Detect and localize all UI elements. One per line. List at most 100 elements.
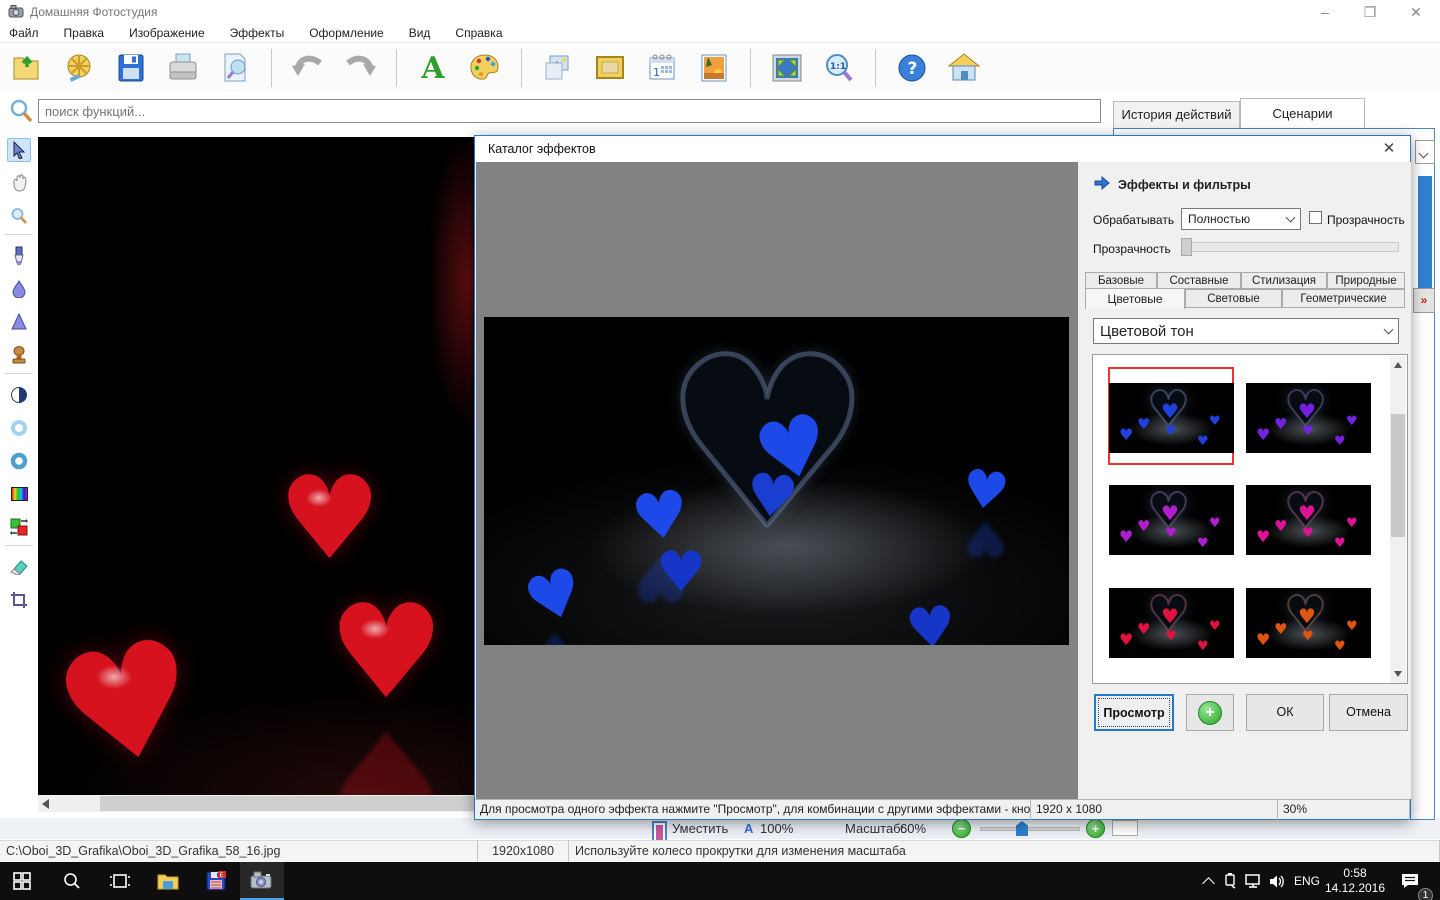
language-indicator[interactable]: ENG	[1290, 862, 1324, 900]
print-preview-icon[interactable]	[216, 49, 254, 87]
palette-icon[interactable]	[466, 49, 504, 87]
print-icon[interactable]	[164, 49, 202, 87]
notification-icon[interactable]: 1	[1392, 862, 1428, 900]
effect-select[interactable]: Цветовой тон	[1093, 318, 1399, 344]
dialog-close-icon[interactable]: ✕	[1378, 139, 1400, 159]
select-tool-icon[interactable]	[7, 138, 31, 162]
eraser-tool-icon[interactable]	[7, 555, 31, 579]
undo-icon[interactable]	[289, 49, 327, 87]
stamp-tool-icon[interactable]	[7, 343, 31, 367]
add-effect-button[interactable]: +	[1186, 694, 1234, 731]
scroll-up-icon[interactable]	[1394, 362, 1402, 368]
transparency-slider-thumb[interactable]	[1181, 238, 1192, 256]
clock-time: 0:58	[1343, 866, 1366, 880]
tab-base[interactable]: Базовые	[1085, 272, 1157, 289]
speaker-icon[interactable]	[1264, 862, 1290, 900]
tab-compound[interactable]: Составные	[1157, 272, 1241, 289]
zoom-slider-thumb[interactable]	[1016, 821, 1028, 836]
zoom-out-button[interactable]: −	[952, 819, 971, 838]
effect-thumbnail[interactable]	[1109, 383, 1234, 453]
transparency-checkbox[interactable]	[1309, 211, 1322, 224]
tab-nature[interactable]: Природные	[1327, 272, 1405, 289]
blue-heart	[743, 464, 801, 527]
svg-text:1:1: 1:1	[830, 62, 846, 72]
restore-button[interactable]: ❐	[1350, 2, 1390, 22]
font-zoom-value[interactable]: 100%	[760, 818, 793, 839]
text-icon[interactable]: А	[414, 49, 452, 87]
effect-thumbnail[interactable]	[1246, 588, 1371, 658]
actual-size-icon[interactable]: 1:1	[820, 49, 858, 87]
frame-icon[interactable]	[591, 49, 629, 87]
cancel-button[interactable]: Отмена	[1329, 694, 1408, 731]
thumbnail-scrollbar[interactable]	[1390, 356, 1406, 683]
contrast-tool-icon[interactable]	[7, 383, 31, 407]
scroll-down-icon[interactable]	[1394, 671, 1402, 677]
tray-chevron-icon[interactable]	[1196, 862, 1220, 900]
zoom-tool-icon[interactable]	[7, 204, 31, 228]
tab-light[interactable]: Световые	[1185, 289, 1282, 308]
tab-geometric[interactable]: Геометрические	[1282, 289, 1405, 308]
scenarios-scrollbar-thumb[interactable]	[1418, 176, 1432, 292]
clock-date: 14.12.2016	[1325, 881, 1385, 895]
menu-effects[interactable]: Эффекты	[230, 26, 285, 40]
brush-tool-icon[interactable]	[7, 244, 31, 268]
dialog-status-size: 1920 x 1080	[1031, 800, 1278, 820]
usb-icon[interactable]	[1218, 862, 1242, 900]
home-icon[interactable]	[945, 49, 983, 87]
swap-colors-tool-icon[interactable]	[7, 515, 31, 539]
redo-icon[interactable]	[341, 49, 379, 87]
tab-color[interactable]: Цветовые	[1085, 288, 1185, 309]
effect-thumbnail[interactable]	[1246, 485, 1371, 555]
effect-thumbnail-list	[1092, 354, 1408, 684]
menu-decor[interactable]: Оформление	[309, 26, 383, 40]
crop-tool-icon[interactable]	[7, 588, 31, 612]
dialog-titlebar[interactable]: Каталог эффектов ✕	[475, 136, 1410, 162]
tab-scenarios[interactable]: Сценарии	[1240, 98, 1365, 128]
effect-thumbnail[interactable]	[1109, 588, 1234, 658]
fit-label[interactable]: Уместить	[672, 818, 728, 839]
dialog-status-zoom: 30%	[1278, 800, 1410, 820]
zoom-in-button[interactable]: +	[1086, 819, 1105, 838]
effect-thumbnail[interactable]	[1109, 485, 1234, 555]
tab-styling[interactable]: Стилизация	[1241, 272, 1327, 289]
help-icon[interactable]: ?	[893, 49, 931, 87]
ok-button[interactable]: ОК	[1246, 694, 1324, 731]
thumbnail-scrollbar-thumb[interactable]	[1391, 414, 1405, 537]
slideshow-icon[interactable]	[60, 49, 98, 87]
tab-history[interactable]: История действий	[1113, 101, 1240, 128]
scroll-left-icon[interactable]	[42, 799, 49, 809]
transparency-slider-track[interactable]	[1181, 242, 1399, 252]
close-button[interactable]: ✕	[1396, 2, 1436, 22]
drop-tool-icon[interactable]	[7, 277, 31, 301]
svg-text:?: ?	[908, 59, 918, 79]
fit-screen-icon[interactable]	[768, 49, 806, 87]
scenarios-expand-button[interactable]: »	[1413, 288, 1435, 313]
preview-image	[484, 317, 1069, 645]
network-icon[interactable]	[1240, 862, 1266, 900]
app-camera-icon	[8, 4, 25, 19]
postcard-icon[interactable]	[695, 49, 733, 87]
ring-tool-icon[interactable]	[7, 449, 31, 473]
soft-ring-tool-icon[interactable]	[7, 416, 31, 440]
menu-edit[interactable]: Правка	[64, 26, 105, 40]
cone-tool-icon[interactable]	[7, 310, 31, 334]
effect-thumbnail[interactable]	[1246, 383, 1371, 453]
menu-image[interactable]: Изображение	[129, 26, 205, 40]
menu-view[interactable]: Вид	[409, 26, 431, 40]
menu-file[interactable]: Файл	[9, 26, 39, 40]
scenarios-combo-sliver[interactable]	[1415, 140, 1435, 164]
minimize-button[interactable]: –	[1305, 2, 1345, 22]
dialog-title: Каталог эффектов	[488, 142, 596, 156]
clock[interactable]: 0:58 14.12.2016	[1324, 862, 1386, 900]
preview-button[interactable]: Просмотр	[1094, 694, 1174, 731]
photomontage-icon[interactable]	[539, 49, 577, 87]
zoom-slider-track[interactable]	[980, 827, 1080, 831]
hand-tool-icon[interactable]	[7, 171, 31, 195]
menu-help[interactable]: Справка	[455, 26, 502, 40]
spectrum-tool-icon[interactable]	[7, 482, 31, 506]
search-input[interactable]	[38, 99, 1101, 123]
open-icon[interactable]	[8, 49, 46, 87]
process-select[interactable]: Полностью	[1181, 208, 1301, 230]
save-icon[interactable]	[112, 49, 150, 87]
calendar-icon[interactable]: 1	[643, 49, 681, 87]
